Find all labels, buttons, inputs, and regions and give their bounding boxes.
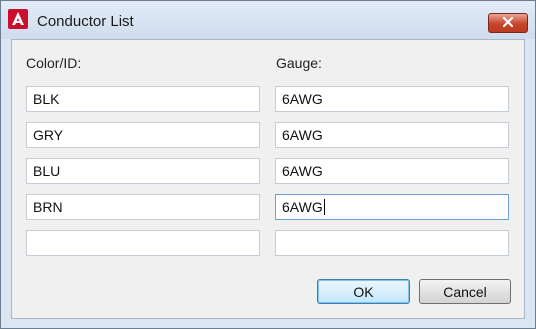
conductor-list-dialog: Conductor List Color/ID: Gauge: 6AWG OK …	[0, 0, 536, 329]
color-id-field-3[interactable]	[26, 158, 260, 184]
gauge-field-3[interactable]	[275, 158, 509, 184]
dialog-body: Color/ID: Gauge: 6AWG OK Cancel	[11, 39, 525, 319]
color-id-field-5[interactable]	[26, 230, 260, 256]
title-bar[interactable]: Conductor List	[1, 1, 535, 39]
color-id-field-2[interactable]	[26, 122, 260, 148]
gauge-field-4-value: 6AWG	[282, 199, 323, 215]
gauge-field-5[interactable]	[275, 230, 509, 256]
cancel-button[interactable]: Cancel	[419, 279, 511, 304]
close-icon	[502, 15, 514, 31]
color-id-field-1[interactable]	[26, 86, 260, 112]
gauge-field-2[interactable]	[275, 122, 509, 148]
color-id-header: Color/ID:	[26, 55, 82, 71]
gauge-field-1[interactable]	[275, 86, 509, 112]
gauge-header: Gauge:	[276, 55, 322, 71]
autocad-app-icon	[8, 9, 28, 29]
close-button[interactable]	[488, 13, 528, 33]
color-id-field-4[interactable]	[26, 194, 260, 220]
gauge-field-4[interactable]: 6AWG	[275, 194, 509, 220]
window-title: Conductor List	[37, 13, 134, 30]
text-caret	[323, 199, 325, 215]
ok-button[interactable]: OK	[317, 279, 410, 304]
